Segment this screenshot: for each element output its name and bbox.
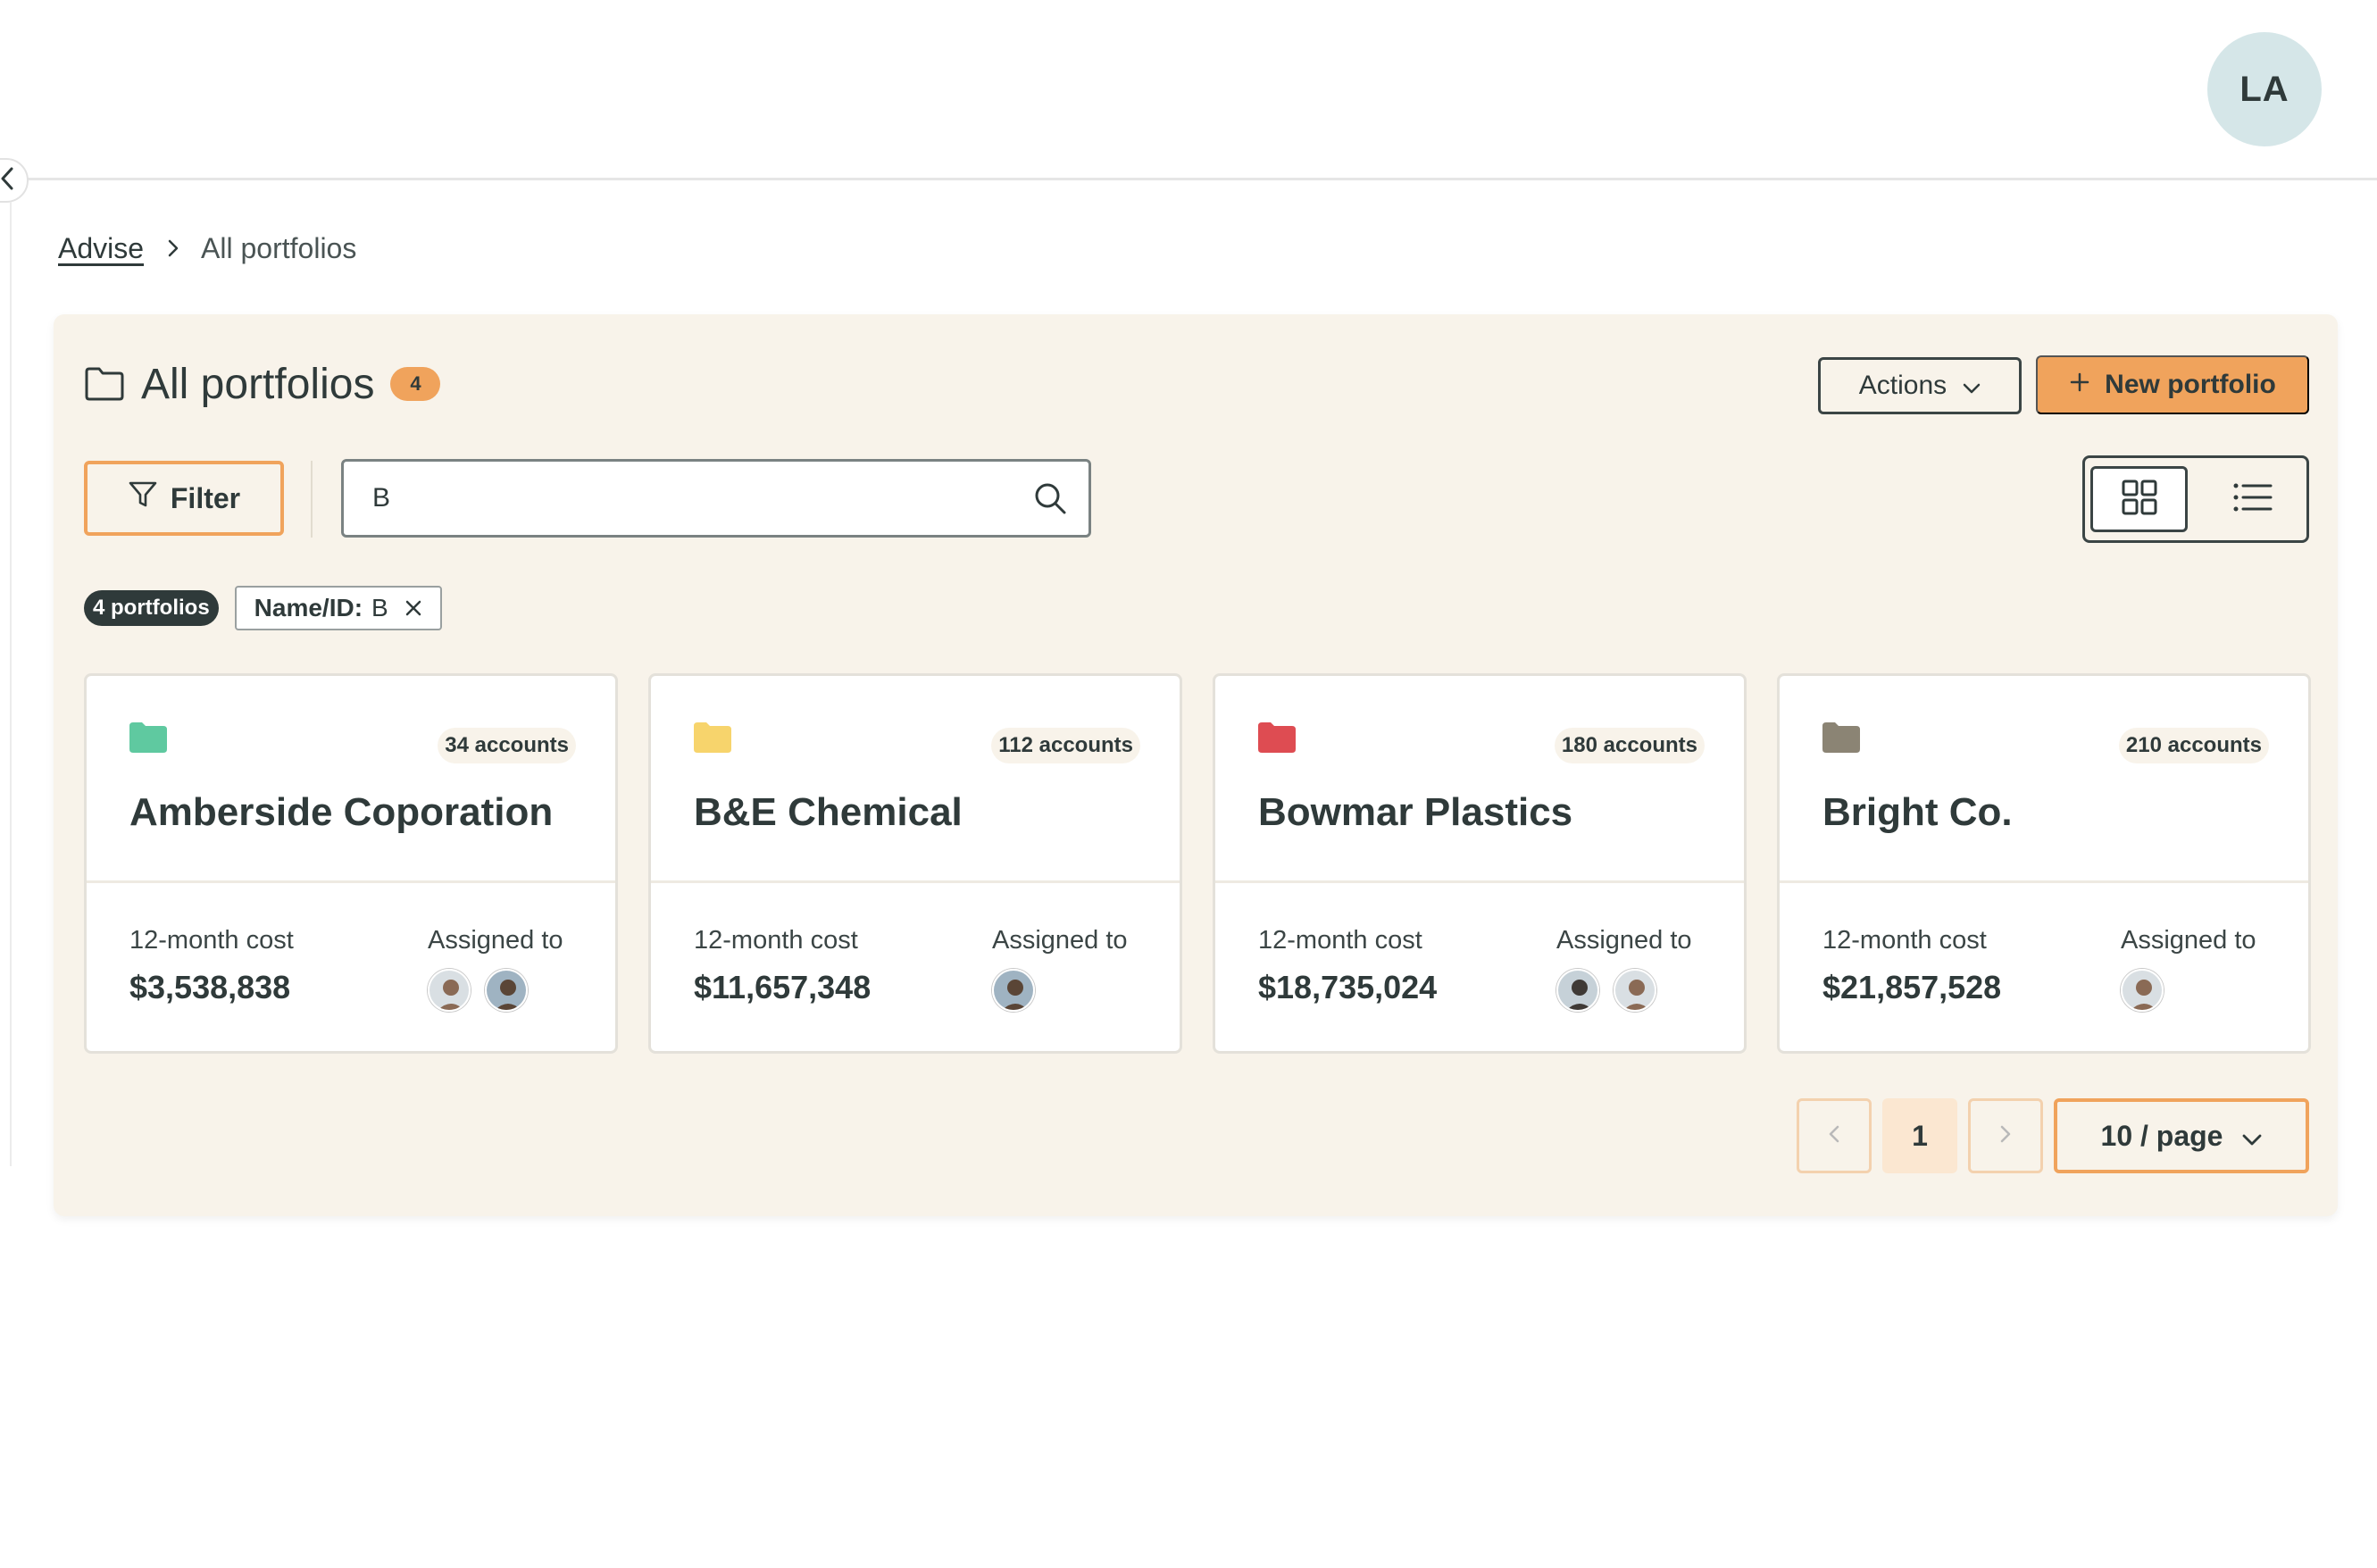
assigned-label: Assigned to [428, 926, 563, 955]
next-page-button[interactable] [1968, 1098, 2043, 1173]
result-count-chip: 4 portfolios [84, 590, 219, 626]
folder-icon [1258, 722, 1296, 757]
cost-value: $21,857,528 [1822, 969, 2002, 1005]
assignee-avatars [2121, 969, 2164, 1012]
portfolio-name: Bright Co. [1822, 790, 2013, 834]
accounts-badge: 180 accounts [1554, 728, 1705, 763]
portfolio-name: B&E Chemical [694, 790, 963, 834]
sidebar-edge [10, 202, 12, 1166]
breadcrumb-current: All portfolios [201, 231, 357, 264]
top-bar: LA [0, 0, 2377, 180]
accounts-badge: 210 accounts [2118, 728, 2269, 763]
assignee-avatar[interactable] [2121, 969, 2164, 1012]
search-input[interactable] [372, 483, 1033, 513]
page-number-button[interactable]: 1 [1882, 1098, 1957, 1173]
chevron-left-icon [0, 167, 14, 195]
grid-view-button[interactable] [2090, 466, 2189, 532]
list-view-button[interactable] [2204, 466, 2301, 532]
page-title: All portfolios [141, 360, 375, 408]
grid-icon [2121, 479, 2158, 521]
filter-chip-key: Name/ID: [254, 594, 363, 621]
previous-page-button[interactable] [1797, 1098, 1872, 1173]
filter-label: Filter [170, 481, 241, 514]
portfolio-count-badge: 4 [390, 367, 441, 401]
cost-label: 12-month cost [1822, 926, 1987, 955]
assigned-label: Assigned to [992, 926, 1128, 955]
assignee-avatars [1556, 969, 1656, 1012]
plus-icon [2069, 370, 2090, 400]
breadcrumb-link-advise[interactable]: Advise [58, 232, 144, 265]
assignee-avatar[interactable] [1556, 969, 1599, 1012]
assignee-avatars [428, 969, 528, 1012]
folder-icon [1822, 722, 1860, 757]
filter-icon [128, 480, 158, 517]
breadcrumb: Advise All portfolios [58, 229, 356, 268]
portfolios-panel: All portfolios 4 Actions New portfolio F… [54, 314, 2338, 1216]
new-portfolio-button[interactable]: New portfolio [2036, 355, 2309, 414]
name-filter-chip: Name/ID: B [234, 586, 442, 630]
assigned-label: Assigned to [1556, 926, 1692, 955]
actions-label: Actions [1858, 371, 1947, 400]
filter-button[interactable]: Filter [84, 461, 284, 536]
chevron-right-icon [1999, 1124, 2012, 1148]
portfolio-card[interactable]: 34 accounts Amberside Coporation 12-mont… [84, 673, 618, 1054]
assignee-avatar[interactable] [1614, 969, 1656, 1012]
new-portfolio-label: New portfolio [2105, 370, 2276, 399]
cost-value: $11,657,348 [694, 969, 872, 1005]
cost-label: 12-month cost [1258, 926, 1422, 955]
assignee-avatar[interactable] [428, 969, 471, 1012]
chevron-left-icon [1828, 1124, 1840, 1148]
assignee-avatar[interactable] [485, 969, 528, 1012]
cost-value: $3,538,838 [129, 969, 291, 1005]
assignee-avatars [992, 969, 1035, 1012]
folder-icon [694, 722, 731, 757]
chevron-right-icon [167, 238, 179, 258]
portfolio-card[interactable]: 112 accounts B&E Chemical 12-month cost … [648, 673, 1182, 1054]
panel-header: All portfolios 4 [84, 357, 441, 411]
portfolio-card[interactable]: 210 accounts Bright Co. 12-month cost $2… [1777, 673, 2311, 1054]
list-icon [2233, 482, 2273, 517]
chevron-down-icon [2242, 1120, 2262, 1153]
portfolio-cards: 34 accounts Amberside Coporation 12-mont… [84, 673, 2311, 1054]
accounts-badge: 34 accounts [438, 728, 576, 763]
actions-dropdown-button[interactable]: Actions [1818, 357, 2022, 414]
folder-icon [84, 366, 125, 402]
assigned-label: Assigned to [2121, 926, 2256, 955]
filter-chip-value: B [371, 594, 388, 621]
search-icon[interactable] [1033, 481, 1067, 515]
page-size-label: 10 / page [2100, 1119, 2223, 1152]
chevron-down-icon [1963, 371, 1981, 401]
cost-label: 12-month cost [129, 926, 294, 955]
portfolio-name: Bowmar Plastics [1258, 790, 1573, 834]
user-avatar[interactable]: LA [2207, 32, 2322, 146]
page-size-select[interactable]: 10 / page [2054, 1098, 2309, 1173]
search-field [341, 459, 1091, 538]
active-filters: 4 portfolios Name/ID: B [84, 586, 442, 630]
assignee-avatar[interactable] [992, 969, 1035, 1012]
toolbar-divider [311, 461, 313, 538]
close-icon[interactable] [405, 599, 422, 617]
folder-icon [129, 722, 167, 757]
portfolio-name: Amberside Coporation [129, 790, 554, 834]
cost-label: 12-month cost [694, 926, 858, 955]
accounts-badge: 112 accounts [991, 728, 1140, 763]
view-toggle [2082, 455, 2309, 543]
cost-value: $18,735,024 [1258, 969, 1438, 1005]
portfolio-card[interactable]: 180 accounts Bowmar Plastics 12-month co… [1213, 673, 1747, 1054]
